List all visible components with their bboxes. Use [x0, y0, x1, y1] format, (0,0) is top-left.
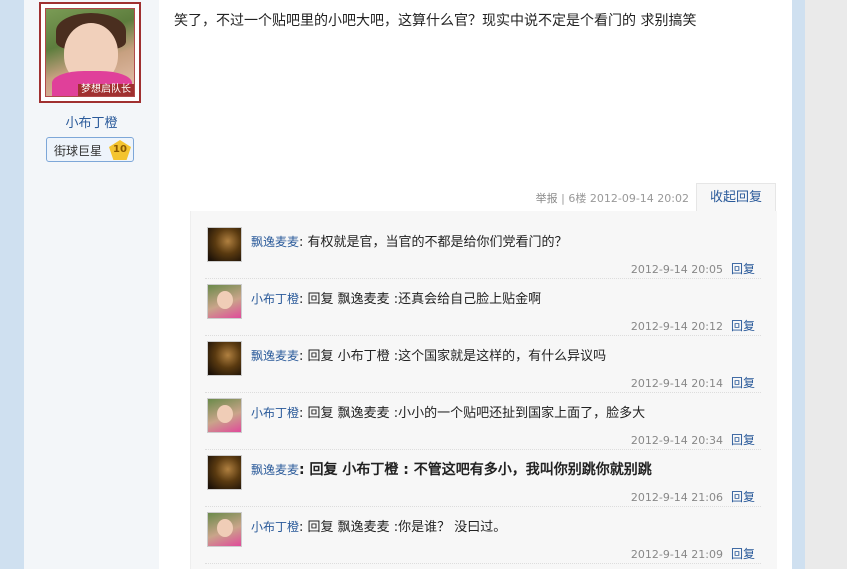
author-column: 梦想启队长 小布丁橙 街球巨星 10: [24, 0, 159, 569]
reply-time: 2012-9-14 21:06: [630, 491, 723, 504]
rank-badge[interactable]: 街球巨星 10: [46, 137, 134, 162]
dark-avatar[interactable]: [207, 227, 242, 262]
reply-time: 2012-9-14 20:34: [630, 434, 723, 447]
floor-number: 6楼: [568, 192, 587, 205]
post-timestamp: 2012-09-14 20:02: [589, 192, 689, 205]
girl-avatar[interactable]: [207, 284, 242, 319]
reply-text: 有权就是官，当官的不都是给你们党看门的？: [307, 235, 568, 250]
reply-button[interactable]: 回复: [731, 376, 755, 390]
author-avatar-image: 梦想启队长: [45, 8, 135, 97]
level-icon: 10: [109, 140, 131, 160]
reply-user-link[interactable]: 飘逸麦麦: [251, 235, 299, 249]
reply-user-link[interactable]: 小布丁橙: [251, 406, 299, 420]
girl-avatar[interactable]: [207, 398, 242, 433]
reply-item: 飘逸麦麦: 回复 小布丁橙 : 不管这吧有多小，我叫你别跳你就别跳 2012-9…: [205, 449, 761, 507]
reply-button[interactable]: 回复: [731, 547, 755, 561]
reply-text: 回复 小布丁橙 : 不管这吧有多小，我叫你别跳你就别跳: [309, 462, 652, 478]
reply-user-link[interactable]: 飘逸麦麦: [251, 349, 299, 363]
reply-item: 小布丁橙: 回复 飘逸麦麦 :还真会给自己脸上贴金啊 2012-9-14 20:…: [205, 278, 761, 336]
reply-button[interactable]: 回复: [731, 433, 755, 447]
report-link[interactable]: 举报: [536, 192, 558, 205]
author-avatar[interactable]: 梦想启队长: [39, 2, 141, 103]
reply-text: 回复 飘逸麦麦 :还真会给自己脸上贴金啊: [307, 292, 542, 307]
reply-user-link[interactable]: 小布丁橙: [251, 292, 299, 306]
reply-button[interactable]: 回复: [731, 262, 755, 276]
reply-text: 回复 飘逸麦麦 :你是谁？ 没曰过。: [307, 520, 507, 535]
post-content: 笑了，不过一个贴吧里的小吧大吧，这算什么官？现实中说不定是个看门的 求别搞笑: [174, 13, 697, 29]
reply-button[interactable]: 回复: [731, 319, 755, 333]
reply-user-link[interactable]: 小布丁橙: [251, 520, 299, 534]
reply-item: 飘逸麦麦: 回复 小布丁橙 :这个国家就是这样的，有什么异议吗 2012-9-1…: [205, 335, 761, 393]
page-left-band: [0, 0, 24, 569]
reply-item: 小布丁橙: 回复 飘逸麦麦 :小小的一个贴吧还扯到国家上面了，脸多大 2012-…: [205, 392, 761, 450]
reply-text: 回复 小布丁橙 :这个国家就是这样的，有什么异议吗: [307, 349, 607, 364]
avatar-badge: 梦想启队长: [78, 84, 134, 96]
reply-user-link[interactable]: 飘逸麦麦: [251, 463, 299, 477]
reply-item: 飘逸麦麦: 有权就是官，当官的不都是给你们党看门的？ 2012-9-14 20:…: [205, 221, 761, 279]
dark-avatar[interactable]: [207, 341, 242, 376]
page-right-band: [792, 0, 805, 569]
girl-avatar[interactable]: [207, 512, 242, 547]
reply-item: 小布丁橙: 回复 飘逸麦麦 :你是谁？ 没曰过。 2012-9-14 21:09…: [205, 506, 761, 564]
dark-avatar[interactable]: [207, 455, 242, 490]
floor-post: 梦想启队长 小布丁橙 街球巨星 10 笑了，不过一个贴吧里的小吧大吧，这算什么官…: [24, 0, 792, 569]
reply-time: 2012-9-14 20:05: [630, 263, 723, 276]
rank-title: 街球巨星: [54, 144, 103, 158]
reply-button[interactable]: 回复: [731, 490, 755, 504]
post-meta: 举报 | 6楼 2012-09-14 20:02: [535, 192, 689, 205]
collapse-replies-button[interactable]: 收起回复: [696, 183, 776, 211]
reply-text: 回复 飘逸麦麦 :小小的一个贴吧还扯到国家上面了，脸多大: [307, 406, 646, 421]
reply-time: 2012-9-14 20:14: [630, 377, 723, 390]
reply-list: 飘逸麦麦: 有权就是官，当官的不都是给你们党看门的？ 2012-9-14 20:…: [190, 211, 777, 569]
reply-time: 2012-9-14 20:12: [630, 320, 723, 333]
reply-time: 2012-9-14 21:09: [630, 548, 723, 561]
author-name-link[interactable]: 小布丁橙: [24, 112, 159, 131]
